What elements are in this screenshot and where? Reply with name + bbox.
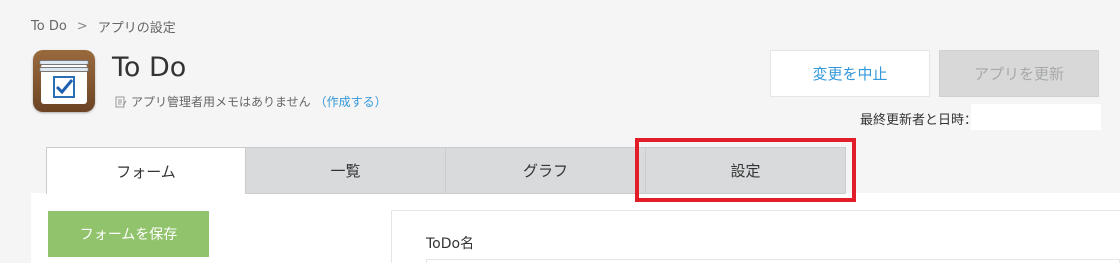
last-updated-value <box>971 104 1101 130</box>
breadcrumb-item-app-settings: アプリの設定 <box>97 21 176 36</box>
save-form-button[interactable]: フォームを保存 <box>48 211 209 257</box>
last-updated-label: 最終更新者と日時： <box>860 113 978 128</box>
cancel-changes-button[interactable]: 変更を中止 <box>770 50 930 97</box>
tab-form[interactable]: フォーム <box>46 147 246 194</box>
tab-list[interactable]: 一覧 <box>246 147 446 194</box>
tab-graph[interactable]: グラフ <box>446 147 646 194</box>
memo-text: アプリ管理者用メモはありません <box>131 95 311 109</box>
todo-name-field-label: ToDo名 <box>426 236 475 252</box>
update-app-button[interactable]: アプリを更新 <box>939 50 1099 97</box>
app-icon <box>33 50 95 112</box>
breadcrumb: To Do > アプリの設定 <box>31 17 176 36</box>
memo-create-link[interactable]: （作成する） <box>315 93 387 110</box>
memo-edit-icon <box>115 96 127 107</box>
app-memo: アプリ管理者用メモはありません （作成する） <box>115 93 387 110</box>
breadcrumb-item-todo[interactable]: To Do <box>31 19 67 34</box>
settings-tab-highlight <box>635 138 856 202</box>
breadcrumb-separator: > <box>76 19 88 34</box>
form-canvas <box>391 210 1120 263</box>
todo-name-input[interactable] <box>426 259 1120 263</box>
checkmark-icon <box>53 76 75 98</box>
app-title: To Do <box>112 52 187 83</box>
